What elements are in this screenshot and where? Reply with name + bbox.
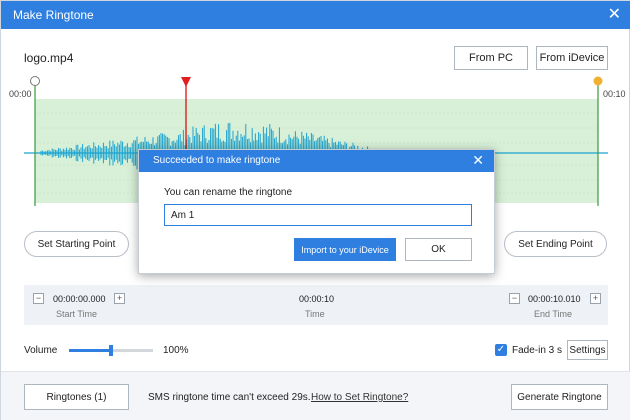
- window-title: Make Ringtone: [13, 8, 94, 22]
- end-time-label: End Time: [534, 309, 573, 319]
- start-time-label: Start Time: [56, 309, 98, 319]
- volume-label: Volume: [24, 345, 58, 356]
- volume-value: 100%: [163, 345, 189, 356]
- close-icon[interactable]: ✕: [608, 4, 621, 24]
- timeline-end-label: 00:10: [603, 89, 626, 99]
- make-ringtone-window: Make Ringtone ✕ logo.mp4 From PC From iD…: [0, 0, 630, 420]
- fade-in-checkbox[interactable]: ✓: [495, 344, 507, 356]
- success-dialog: Succeeded to make ringtone ✕ You can ren…: [138, 149, 495, 274]
- start-time-increment-button[interactable]: +: [114, 293, 125, 304]
- volume-slider[interactable]: [69, 345, 153, 356]
- settings-button[interactable]: Settings: [567, 340, 608, 360]
- set-starting-point-button[interactable]: Set Starting Point: [24, 231, 129, 257]
- rename-prompt: You can rename the ringtone: [164, 187, 293, 198]
- import-to-idevice-button[interactable]: Import to your iDevice: [294, 238, 396, 261]
- dialog-close-icon[interactable]: ✕: [472, 152, 484, 169]
- timeline-start-label: 00:00: [9, 89, 32, 99]
- start-time-value: 00:00:00.000: [53, 294, 106, 304]
- duration-label: Time: [305, 309, 325, 319]
- end-time-increment-button[interactable]: +: [590, 293, 601, 304]
- end-time-decrement-button[interactable]: −: [509, 293, 520, 304]
- duration-value: 00:00:10: [299, 294, 335, 304]
- set-ending-point-button[interactable]: Set Ending Point: [504, 231, 607, 257]
- start-time-decrement-button[interactable]: −: [33, 293, 44, 304]
- playhead-handle[interactable]: [181, 77, 191, 87]
- end-marker-handle[interactable]: [593, 76, 603, 86]
- from-pc-button[interactable]: From PC: [454, 46, 528, 70]
- time-panel: − 00:00:00.000 + Start Time 00:00:10 Tim…: [24, 285, 608, 325]
- volume-slider-fill: [69, 349, 111, 352]
- ringtone-name-input[interactable]: [164, 204, 472, 226]
- start-marker-handle[interactable]: [30, 76, 40, 86]
- from-idevice-button[interactable]: From iDevice: [536, 46, 608, 70]
- ringtones-button[interactable]: Ringtones (1): [24, 384, 129, 410]
- how-to-set-ringtone-link[interactable]: How to Set Ringtone?: [311, 392, 408, 403]
- file-name: logo.mp4: [24, 51, 74, 65]
- title-bar: Make Ringtone ✕: [1, 1, 630, 29]
- end-time-value: 00:00:10.010: [528, 294, 581, 304]
- dialog-title-bar: Succeeded to make ringtone ✕: [139, 150, 494, 172]
- generate-ringtone-button[interactable]: Generate Ringtone: [511, 384, 608, 410]
- ok-button[interactable]: OK: [405, 238, 472, 261]
- sms-limit-note: SMS ringtone time can't exceed 29s.: [148, 392, 311, 403]
- volume-slider-thumb[interactable]: [109, 345, 113, 356]
- fade-in-label: Fade-in 3 s: [512, 345, 563, 356]
- dialog-title: Succeeded to make ringtone: [153, 155, 281, 166]
